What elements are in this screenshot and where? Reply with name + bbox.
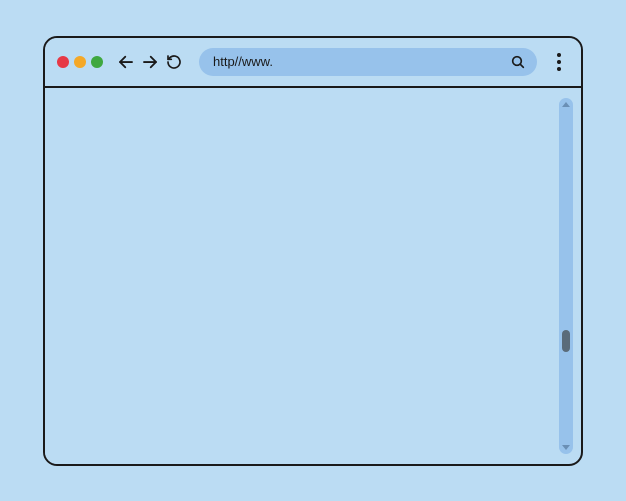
back-button[interactable] — [115, 51, 137, 73]
window-controls — [57, 56, 103, 68]
browser-toolbar — [45, 38, 581, 88]
url-input[interactable] — [213, 54, 509, 69]
reload-button[interactable] — [163, 51, 185, 73]
scroll-down-button[interactable] — [562, 445, 570, 450]
arrow-right-icon — [141, 53, 159, 71]
arrow-left-icon — [117, 53, 135, 71]
minimize-window-button[interactable] — [74, 56, 86, 68]
viewport — [45, 88, 559, 464]
menu-button[interactable] — [549, 50, 569, 74]
content-area — [45, 88, 581, 464]
navigation-buttons — [115, 51, 185, 73]
forward-button[interactable] — [139, 51, 161, 73]
scrollbar-thumb[interactable] — [562, 330, 570, 352]
search-button[interactable] — [509, 53, 527, 71]
maximize-window-button[interactable] — [91, 56, 103, 68]
kebab-menu-icon — [557, 53, 561, 57]
address-bar[interactable] — [199, 48, 537, 76]
search-icon — [510, 54, 526, 70]
scrollbar-track[interactable] — [559, 107, 573, 445]
browser-window — [43, 36, 583, 466]
close-window-button[interactable] — [57, 56, 69, 68]
vertical-scrollbar[interactable] — [559, 98, 573, 454]
reload-icon — [166, 54, 182, 70]
